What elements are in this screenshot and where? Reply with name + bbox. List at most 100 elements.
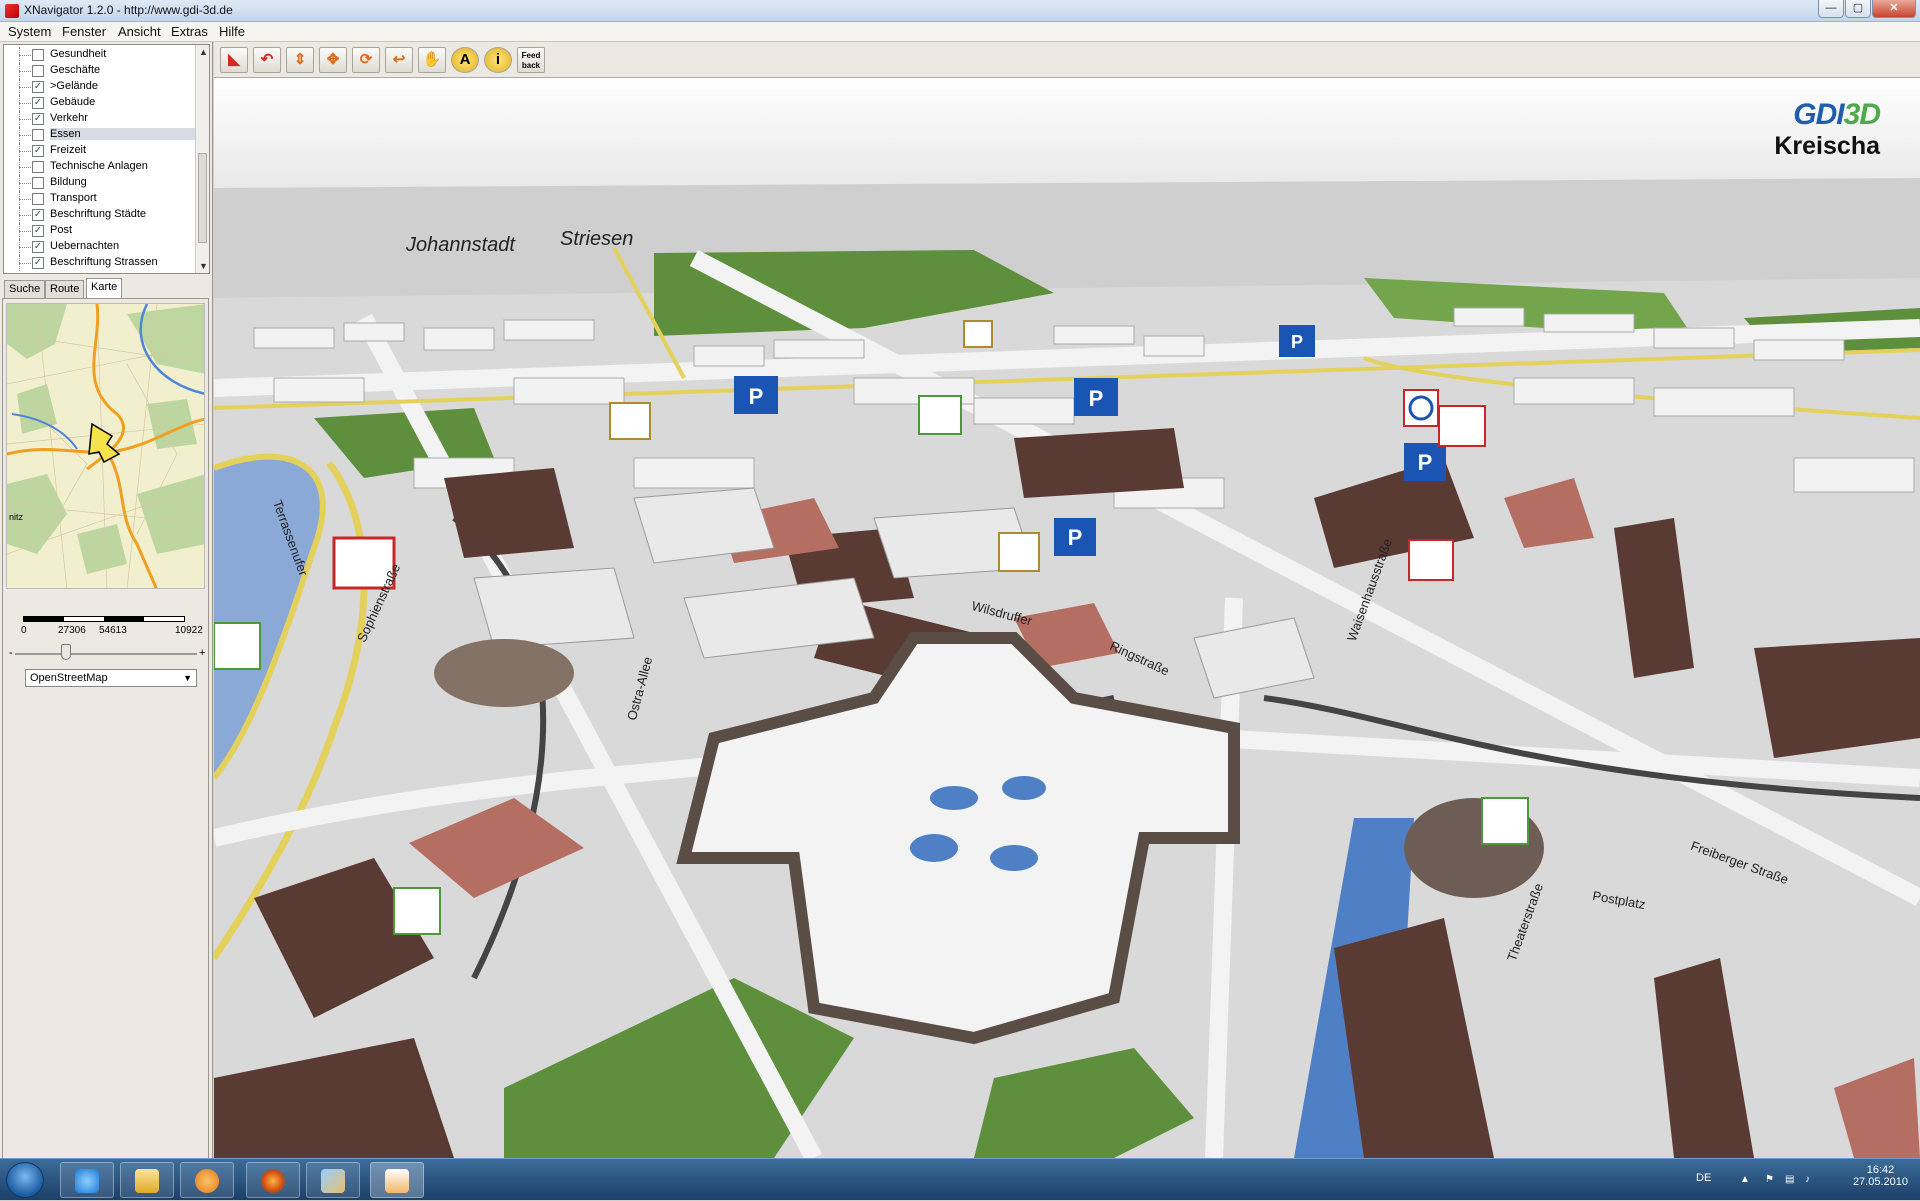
tray-volume-icon[interactable]: ♪ (1805, 1174, 1817, 1186)
layer-item[interactable]: ✓ Freizeit (4, 143, 194, 159)
layer-checkbox[interactable]: ✓ (32, 241, 44, 253)
menu-extras[interactable]: Extras (171, 24, 208, 39)
layer-checkbox[interactable] (32, 49, 44, 61)
layer-tree-scrollbar[interactable]: ▲ ▼ (195, 45, 209, 273)
overview-map[interactable]: nitz (6, 303, 205, 589)
tree-line (19, 71, 31, 72)
tree-line (19, 215, 31, 216)
layer-checkbox[interactable]: ✓ (32, 145, 44, 157)
taskbar-paint-icon[interactable] (306, 1162, 360, 1198)
tab-route[interactable]: Route (45, 280, 85, 298)
scale-label-3: 10922 (175, 625, 203, 636)
layer-checkbox[interactable] (32, 161, 44, 173)
tray-expand-icon[interactable]: ▲ (1740, 1174, 1752, 1186)
close-button[interactable]: ✕ (1872, 0, 1916, 18)
move-all-icon[interactable]: ✥ (319, 47, 347, 73)
hand-icon[interactable]: ✋ (418, 47, 446, 73)
scale-bar (23, 616, 185, 622)
menu-hilfe[interactable]: Hilfe (219, 24, 245, 39)
tree-line (19, 135, 31, 136)
layer-checkbox[interactable] (32, 65, 44, 77)
language-indicator[interactable]: DE (1696, 1172, 1711, 1184)
layer-checkbox[interactable] (32, 177, 44, 189)
tray-network-icon[interactable]: ▤ (1785, 1174, 1797, 1186)
map-source-select[interactable]: OpenStreetMap ▼ (25, 669, 197, 687)
taskbar-java-icon[interactable] (370, 1162, 424, 1198)
layer-checkbox[interactable]: ✓ (32, 209, 44, 221)
menu-bar: System Fenster Ansicht Extras Hilfe (0, 22, 1920, 42)
tree-line (19, 183, 31, 184)
layer-checkbox[interactable]: ✓ (32, 113, 44, 125)
info-icon[interactable]: i (484, 47, 512, 73)
scroll-up-icon[interactable]: ▲ (199, 47, 208, 57)
taskbar-firefox-icon[interactable] (246, 1162, 300, 1198)
scroll-thumb[interactable] (198, 153, 207, 243)
taskbar-ie-icon[interactable] (60, 1162, 114, 1198)
svg-text:P: P (1291, 332, 1303, 352)
layer-item[interactable]: Bildung (4, 175, 194, 191)
tree-line (19, 167, 31, 168)
layer-label: Post (50, 224, 73, 236)
orbit-icon[interactable]: ⟳ (352, 47, 380, 73)
layer-item[interactable]: Technische Anlagen (4, 159, 194, 175)
layer-item[interactable]: ✓ Verkehr (4, 111, 194, 127)
layer-checkbox[interactable]: ✓ (32, 81, 44, 93)
zoom-slider-track[interactable] (15, 653, 197, 655)
back-icon[interactable]: ↩ (385, 47, 413, 73)
layer-item[interactable]: ✓ Uebernachten (4, 239, 194, 255)
zoom-in-button[interactable]: + (199, 647, 205, 659)
layer-label: Geschäfte (50, 64, 101, 76)
menu-ansicht[interactable]: Ansicht (118, 24, 161, 39)
tree-line (19, 119, 31, 120)
feedback-icon[interactable]: Feed back (517, 47, 545, 73)
pan-icon[interactable]: ◣ (220, 47, 248, 73)
label-icon[interactable]: A (451, 47, 479, 73)
layer-item[interactable]: Geschäfte (4, 63, 194, 79)
tab-suche[interactable]: Suche (4, 280, 46, 298)
layer-item[interactable]: ✓ Post (4, 223, 194, 239)
layer-checkbox[interactable] (32, 129, 44, 141)
logo-part-a: GDI (1793, 98, 1844, 131)
layer-label: Freizeit (50, 144, 87, 156)
taskbar-mediaplayer-icon[interactable] (180, 1162, 234, 1198)
rotate-icon[interactable]: ↶ (253, 47, 281, 73)
tree-line (19, 87, 31, 88)
layer-item[interactable]: Transport (4, 191, 194, 207)
clock[interactable]: 16:42 27.05.2010 (1853, 1164, 1908, 1188)
taskbar-explorer-icon[interactable] (120, 1162, 174, 1198)
layer-item[interactable]: ✓ Beschriftung Strassen (4, 255, 194, 271)
tab-karte[interactable]: Karte (86, 278, 123, 298)
tray-flag-icon[interactable]: ⚑ (1765, 1174, 1777, 1186)
zoom-slider-thumb[interactable] (61, 644, 71, 660)
layer-tree: Gesundheit Geschäfte ✓ >Gelände ✓ Gebäude ✓ Ver… (3, 44, 210, 274)
layer-checkbox[interactable]: ✓ (32, 225, 44, 237)
zoom-out-button[interactable]: - (9, 647, 13, 659)
3d-map-view[interactable]: P P P P P GDI3D Kreischa Johannstadt Str… (214, 78, 1920, 1158)
layer-checkbox[interactable]: ✓ (32, 97, 44, 109)
layer-item[interactable]: ✓ Gebäude (4, 95, 194, 111)
scroll-down-icon[interactable]: ▼ (199, 261, 208, 271)
minimize-button[interactable]: — (1818, 0, 1844, 18)
layer-item[interactable]: Essen (4, 127, 201, 143)
layer-checkbox[interactable]: ✓ (32, 257, 44, 269)
layer-item[interactable]: ✓ Beschriftung Städte (4, 207, 194, 223)
left-panel: Gesundheit Geschäfte ✓ >Gelände ✓ Gebäude ✓ Ver… (0, 42, 213, 1198)
map-tab-pane: nitz 0 27306 54613 10922 - + OpenStreetM… (2, 298, 209, 1198)
scale-label-0: 0 (21, 625, 27, 636)
maximize-button[interactable]: ▢ (1845, 0, 1871, 18)
tree-line (19, 103, 31, 104)
move-updown-icon[interactable]: ⇕ (286, 47, 314, 73)
start-button[interactable] (6, 1162, 44, 1198)
layer-label: Gesundheit (50, 48, 107, 60)
layer-item[interactable]: ✓ >Gelände (4, 79, 194, 95)
window-title-bar: XNavigator 1.2.0 - http://www.gdi-3d.de … (0, 0, 1920, 22)
layer-item[interactable]: Gesundheit (4, 47, 194, 63)
district-label-johannstadt: Johannstadt (406, 234, 515, 256)
tree-line (19, 231, 31, 232)
menu-system[interactable]: System (8, 24, 51, 39)
layer-label: Transport (50, 192, 97, 204)
svg-text:P: P (1418, 450, 1433, 475)
menu-fenster[interactable]: Fenster (62, 24, 106, 39)
layer-checkbox[interactable] (32, 193, 44, 205)
map-source-value: OpenStreetMap (30, 672, 108, 684)
